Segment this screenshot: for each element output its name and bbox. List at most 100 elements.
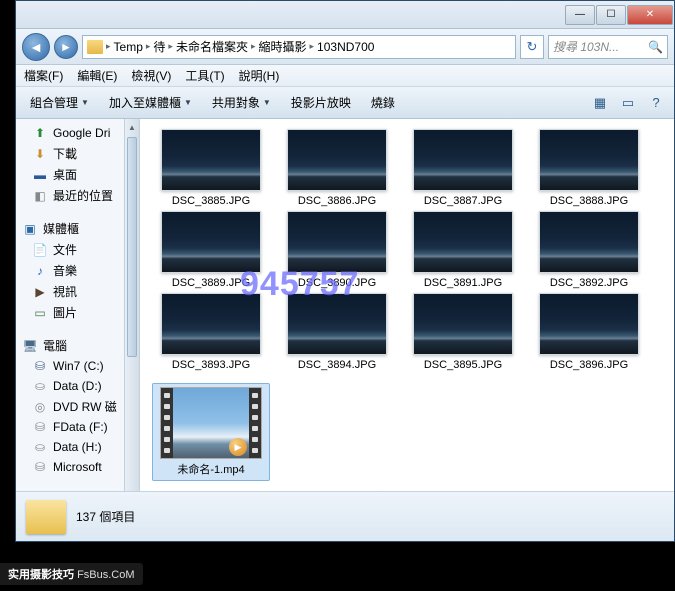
play-overlay-icon: ▶: [229, 438, 247, 456]
sidebar-item-drive[interactable]: ⛁Win7 (C:): [16, 356, 124, 376]
sidebar-item-label: 桌面: [53, 166, 77, 183]
sidebar-item-label: 下載: [53, 145, 77, 162]
file-tile[interactable]: DSC_3896.JPG: [530, 293, 648, 371]
file-tile[interactable]: DSC_3889.JPG: [152, 211, 270, 289]
menu-help[interactable]: 說明(H): [239, 67, 280, 84]
sidebar-item-library[interactable]: ▭圖片: [16, 302, 124, 323]
sidebar-item-label: Microsoft: [53, 460, 102, 474]
breadcrumb[interactable]: 縮時攝影: [259, 38, 307, 55]
view-mode-icon[interactable]: ▦: [588, 91, 612, 115]
close-button[interactable]: ✕: [627, 5, 673, 25]
scroll-thumb[interactable]: [127, 137, 137, 357]
video-thumbnail: ▶: [160, 387, 262, 459]
library-icon: ▣: [22, 221, 38, 237]
breadcrumb[interactable]: 待: [153, 38, 165, 55]
file-tile[interactable]: DSC_3886.JPG: [278, 129, 396, 207]
breadcrumb-sep: ▸: [106, 41, 111, 52]
breadcrumb[interactable]: 103ND700: [317, 40, 374, 54]
sidebar-group-libraries[interactable]: ▣ 媒體櫃: [16, 216, 139, 239]
file-name: DSC_3886.JPG: [278, 195, 396, 207]
file-name: 未命名-1.mp4: [153, 461, 269, 477]
sidebar-item-library[interactable]: ▶視訊: [16, 281, 124, 302]
image-thumbnail: [413, 129, 513, 191]
burn-button[interactable]: 燒錄: [363, 91, 403, 114]
file-name: DSC_3894.JPG: [278, 359, 396, 371]
slideshow-button[interactable]: 投影片放映: [283, 91, 359, 114]
add-to-library-button[interactable]: 加入至媒體櫃▼: [101, 91, 200, 114]
sidebar-item-favorite[interactable]: ▬桌面: [16, 164, 124, 185]
menu-edit[interactable]: 編輯(E): [77, 67, 117, 84]
sidebar-item-icon: ⬆: [32, 125, 48, 141]
sidebar-item-drive[interactable]: ⛁FData (F:): [16, 417, 124, 437]
corner-badge: 实用摄影技巧 FsBus.CoM: [0, 563, 143, 585]
breadcrumb[interactable]: 未命名檔案夾: [176, 38, 248, 55]
file-name: DSC_3889.JPG: [152, 277, 270, 289]
file-tile[interactable]: DSC_3888.JPG: [530, 129, 648, 207]
sidebar-item-favorite[interactable]: ⬆Google Dri: [16, 123, 124, 143]
menu-file[interactable]: 檔案(F): [24, 67, 63, 84]
help-icon[interactable]: ?: [644, 91, 668, 115]
sidebar-item-drive[interactable]: ⛁ Microsoft: [16, 457, 124, 477]
refresh-button[interactable]: ↻: [520, 35, 544, 59]
file-name: DSC_3890.JPG: [278, 277, 396, 289]
sidebar-group-computer[interactable]: 🖥 電腦: [16, 333, 139, 356]
sidebar-item-icon: ⛁: [32, 358, 48, 374]
sidebar-scrollbar[interactable]: ▲ ▼: [124, 119, 140, 541]
share-button[interactable]: 共用對象▼: [204, 91, 279, 114]
sidebar-item-label: 最近的位置: [53, 187, 113, 204]
menu-view[interactable]: 檢視(V): [131, 67, 171, 84]
file-name: DSC_3896.JPG: [530, 359, 648, 371]
sidebar-item-favorite[interactable]: ⬇ 下載: [16, 143, 124, 164]
file-tile[interactable]: DSC_3887.JPG: [404, 129, 522, 207]
search-input[interactable]: 搜尋 103N... 🔍: [548, 35, 668, 59]
toolbar: 組合管理▼ 加入至媒體櫃▼ 共用對象▼ 投影片放映 燒錄 ▦ ▭ ?: [16, 87, 674, 119]
sidebar-item-favorite[interactable]: ◧ 最近的位置: [16, 185, 124, 206]
file-tile[interactable]: DSC_3893.JPG: [152, 293, 270, 371]
file-name: DSC_3892.JPG: [530, 277, 648, 289]
sidebar-item-library[interactable]: 📄 文件: [16, 239, 124, 260]
image-thumbnail: [413, 211, 513, 273]
preview-pane-icon[interactable]: ▭: [616, 91, 640, 115]
image-thumbnail: [539, 293, 639, 355]
sidebar-item-drive[interactable]: ⛀Data (D:): [16, 376, 124, 396]
organize-button[interactable]: 組合管理▼: [22, 91, 97, 114]
sidebar-item-drive[interactable]: ◎DVD RW 磁: [16, 396, 124, 417]
maximize-button[interactable]: ☐: [596, 5, 626, 25]
file-name: DSC_3885.JPG: [152, 195, 270, 207]
sidebar-item-icon: ⛁: [32, 459, 48, 475]
address-bar[interactable]: ▸ Temp▸ 待▸ 未命名檔案夾▸ 縮時攝影▸ 103ND700: [82, 35, 516, 59]
image-thumbnail: [287, 211, 387, 273]
sidebar-item-icon: ⛀: [32, 439, 48, 455]
minimize-button[interactable]: —: [565, 5, 595, 25]
menu-tools[interactable]: 工具(T): [185, 67, 224, 84]
file-tile[interactable]: DSC_3895.JPG: [404, 293, 522, 371]
file-name: DSC_3891.JPG: [404, 277, 522, 289]
titlebar: — ☐ ✕: [16, 1, 674, 29]
sidebar-item-icon: 📄: [32, 242, 48, 258]
file-tile[interactable]: DSC_3885.JPG: [152, 129, 270, 207]
status-text: 137 個項目: [76, 508, 135, 525]
sidebar-item-icon: ◧: [32, 188, 48, 204]
sidebar-item-label: 文件: [53, 241, 77, 258]
sidebar-item-label: DVD RW 磁: [53, 398, 117, 415]
file-name: DSC_3893.JPG: [152, 359, 270, 371]
scroll-up-icon[interactable]: ▲: [125, 119, 139, 135]
file-tile[interactable]: DSC_3892.JPG: [530, 211, 648, 289]
back-button[interactable]: ◄: [22, 33, 50, 61]
sidebar-item-icon: ♪: [32, 263, 48, 279]
sidebar-item-icon: ⬇: [32, 146, 48, 162]
file-tile[interactable]: DSC_3894.JPG: [278, 293, 396, 371]
explorer-window: — ☐ ✕ ◄ ► ▸ Temp▸ 待▸ 未命名檔案夾▸ 縮時攝影▸ 103ND…: [15, 0, 675, 542]
sidebar-item-drive[interactable]: ⛀Data (H:): [16, 437, 124, 457]
image-thumbnail: [539, 129, 639, 191]
sidebar-item-icon: ▶: [32, 284, 48, 300]
sidebar-item-label: Data (D:): [53, 379, 102, 393]
breadcrumb[interactable]: Temp: [114, 40, 143, 54]
file-grid[interactable]: DSC_3885.JPGDSC_3886.JPGDSC_3887.JPGDSC_…: [140, 119, 674, 541]
forward-button[interactable]: ►: [54, 35, 78, 59]
image-thumbnail: [287, 129, 387, 191]
file-tile-video[interactable]: ▶ 未命名-1.mp4: [152, 383, 270, 481]
file-tile[interactable]: DSC_3890.JPG: [278, 211, 396, 289]
sidebar-item-library[interactable]: ♪音樂: [16, 260, 124, 281]
file-tile[interactable]: DSC_3891.JPG: [404, 211, 522, 289]
